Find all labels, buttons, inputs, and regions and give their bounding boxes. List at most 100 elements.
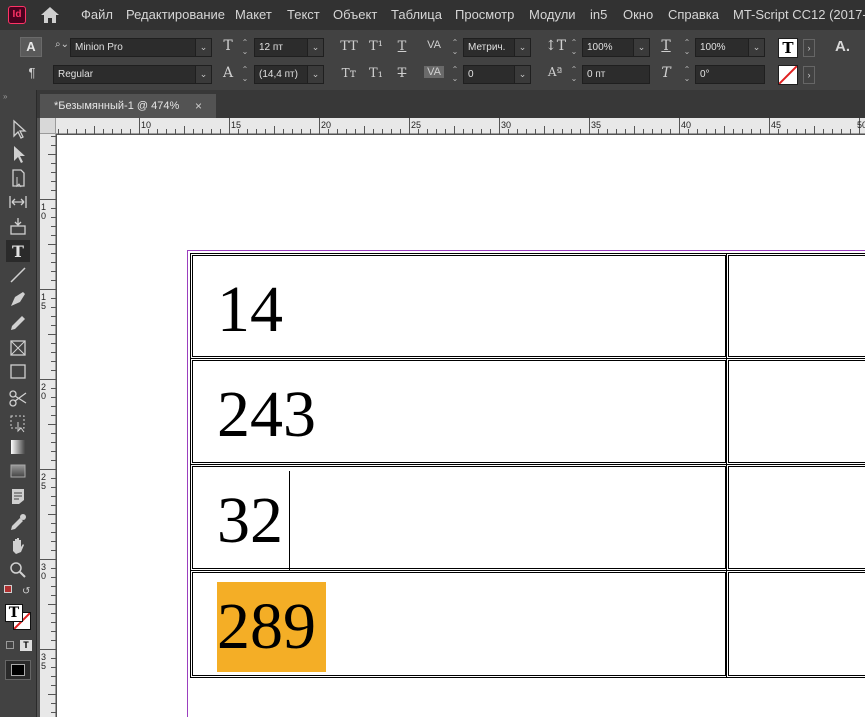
menu-mt-script[interactable]: MT-Script CC12 (2017-20 <box>733 7 865 22</box>
menu-object[interactable]: Объект <box>333 7 377 22</box>
pencil-tool-icon[interactable] <box>6 312 30 334</box>
kerning-field[interactable]: Метрич. <box>463 38 515 57</box>
default-colors-icon[interactable] <box>4 585 12 593</box>
selection-tool-icon[interactable] <box>6 118 30 140</box>
formatting-container-icon[interactable] <box>6 641 14 649</box>
menu-plugins[interactable]: Модули <box>529 7 576 22</box>
vertical-scale-field[interactable]: 100% <box>582 38 634 57</box>
stepper-icon[interactable]: ⌃ ⌄ <box>682 38 692 57</box>
ruler-origin[interactable] <box>40 118 56 134</box>
content-collector-icon[interactable] <box>6 215 30 237</box>
close-icon[interactable]: × <box>195 94 202 118</box>
home-icon[interactable] <box>39 5 61 25</box>
menu-view[interactable]: Просмотр <box>455 7 514 22</box>
menu-edit[interactable]: Редактирование <box>126 7 225 22</box>
ruler-label: 40 <box>681 120 692 130</box>
gradient-feather-tool-icon[interactable] <box>6 460 30 482</box>
line-tool-icon[interactable] <box>6 264 30 286</box>
menu-in5[interactable]: in5 <box>590 7 607 22</box>
eyedropper-tool-icon[interactable] <box>6 511 30 533</box>
control-panel: A ¶ ⌕⌄ Minion Pro ⌄ Regular ⌄ T ⌃ ⌄ 12 пт… <box>0 30 865 90</box>
chevron-down-icon[interactable]: ⌄ <box>515 38 531 57</box>
page-tool-icon[interactable] <box>6 167 30 189</box>
formatting-text-icon[interactable]: T <box>20 640 32 651</box>
rectangle-frame-tool-icon[interactable] <box>6 337 30 359</box>
chevron-right-icon[interactable]: › <box>803 39 815 57</box>
ruler-label: 2 5 <box>41 472 47 491</box>
chevron-down-icon[interactable]: ⌄ <box>196 65 212 84</box>
text-stroke-swatch[interactable] <box>778 65 798 85</box>
baseline-shift-field[interactable]: 0 пт <box>582 65 650 84</box>
menu-window[interactable]: Окно <box>623 7 653 22</box>
free-transform-tool-icon[interactable] <box>6 411 30 433</box>
stepper-icon[interactable]: ⌃ ⌄ <box>240 65 250 84</box>
kerning-icon: VA <box>427 39 441 51</box>
chevron-right-icon[interactable]: › <box>803 66 815 84</box>
small-caps-icon[interactable]: Tт <box>338 66 360 80</box>
all-caps-icon[interactable]: TT <box>338 39 360 54</box>
ruler-label: 2 0 <box>41 382 47 401</box>
chevron-down-icon[interactable]: ⌄ <box>308 38 324 57</box>
menu-type[interactable]: Текст <box>287 7 320 22</box>
text-fill-swatch[interactable]: T <box>778 38 798 58</box>
tracking-field[interactable]: 0 <box>463 65 515 84</box>
horizontal-ruler: 10 15 20 25 30 35 40 45 50 <box>40 118 865 134</box>
vertical-ruler: 1 0 1 5 2 0 2 5 3 0 3 5 <box>40 118 56 717</box>
paragraph-formatting-button[interactable]: ¶ <box>24 65 40 83</box>
hand-tool-icon[interactable] <box>6 535 30 557</box>
menu-layout[interactable]: Макет <box>235 7 272 22</box>
screen-mode-button[interactable] <box>5 660 31 680</box>
gradient-swatch-tool-icon[interactable] <box>6 436 30 458</box>
horizontal-scale-icon: T <box>661 38 671 54</box>
chevron-down-icon[interactable]: ⌄ <box>515 65 531 84</box>
document-tab[interactable]: *Безымянный-1 @ 474% × <box>40 94 216 118</box>
skew-field[interactable]: 0° <box>695 65 765 84</box>
leading-field[interactable]: (14,4 пт) <box>254 65 308 84</box>
table-cell[interactable] <box>726 358 865 465</box>
horizontal-scale-field[interactable]: 100% <box>695 38 749 57</box>
superscript-icon[interactable]: T¹ <box>366 39 386 54</box>
chevron-down-icon[interactable]: ⌄ <box>196 38 212 57</box>
chevron-down-icon[interactable]: ⌄ <box>634 38 650 57</box>
stepper-icon[interactable]: ⌃ ⌄ <box>569 65 579 84</box>
gap-tool-icon[interactable] <box>6 191 30 213</box>
menu-file[interactable]: Файл <box>81 7 113 22</box>
table-cell[interactable] <box>726 253 865 359</box>
stepper-icon[interactable]: ⌃ ⌄ <box>450 65 460 84</box>
zoom-tool-icon[interactable] <box>6 559 30 581</box>
note-tool-icon[interactable] <box>6 485 30 507</box>
character-formatting-button[interactable]: A <box>20 37 42 57</box>
table-cell[interactable] <box>726 570 865 678</box>
chevron-down-icon[interactable]: ⌄ <box>308 65 324 84</box>
rectangle-tool-icon[interactable] <box>6 361 30 383</box>
ruler-label: 3 5 <box>41 652 47 671</box>
direct-selection-tool-icon[interactable] <box>6 143 30 165</box>
stepper-icon[interactable]: ⌃ ⌄ <box>569 38 579 57</box>
type-tool-icon[interactable]: T <box>6 240 30 262</box>
font-size-field[interactable]: 12 пт <box>254 38 308 57</box>
menu-table[interactable]: Таблица <box>391 7 442 22</box>
text-cursor <box>289 471 290 571</box>
table-cell[interactable] <box>726 464 865 571</box>
underline-icon[interactable]: T <box>394 39 410 54</box>
strikethrough-icon[interactable]: T <box>394 66 410 81</box>
stepper-icon[interactable]: ⌃ ⌄ <box>682 65 692 84</box>
menu-help[interactable]: Справка <box>668 7 719 22</box>
scissors-tool-icon[interactable] <box>6 387 30 409</box>
character-styles-button[interactable]: A. <box>835 38 861 58</box>
tracking-icon: VA <box>424 66 444 78</box>
ruler-label: 50 <box>857 120 865 130</box>
cell-text: 243 <box>217 378 316 451</box>
cell-text: 289 <box>217 590 316 663</box>
stepper-icon[interactable]: ⌃ ⌄ <box>240 38 250 57</box>
pen-tool-icon[interactable] <box>6 288 30 310</box>
stepper-icon[interactable]: ⌃ ⌄ <box>450 38 460 57</box>
leading-icon: A <box>222 65 234 81</box>
font-style-field[interactable]: Regular <box>53 65 196 84</box>
fill-swatch[interactable]: T <box>5 604 23 622</box>
subscript-icon[interactable]: T₁ <box>366 66 386 81</box>
chevron-down-icon[interactable]: ⌄ <box>749 38 765 57</box>
font-family-field[interactable]: Minion Pro <box>70 38 196 57</box>
panel-collapse-icon[interactable]: » <box>3 92 7 101</box>
swap-colors-icon[interactable]: ↺ <box>22 586 30 597</box>
